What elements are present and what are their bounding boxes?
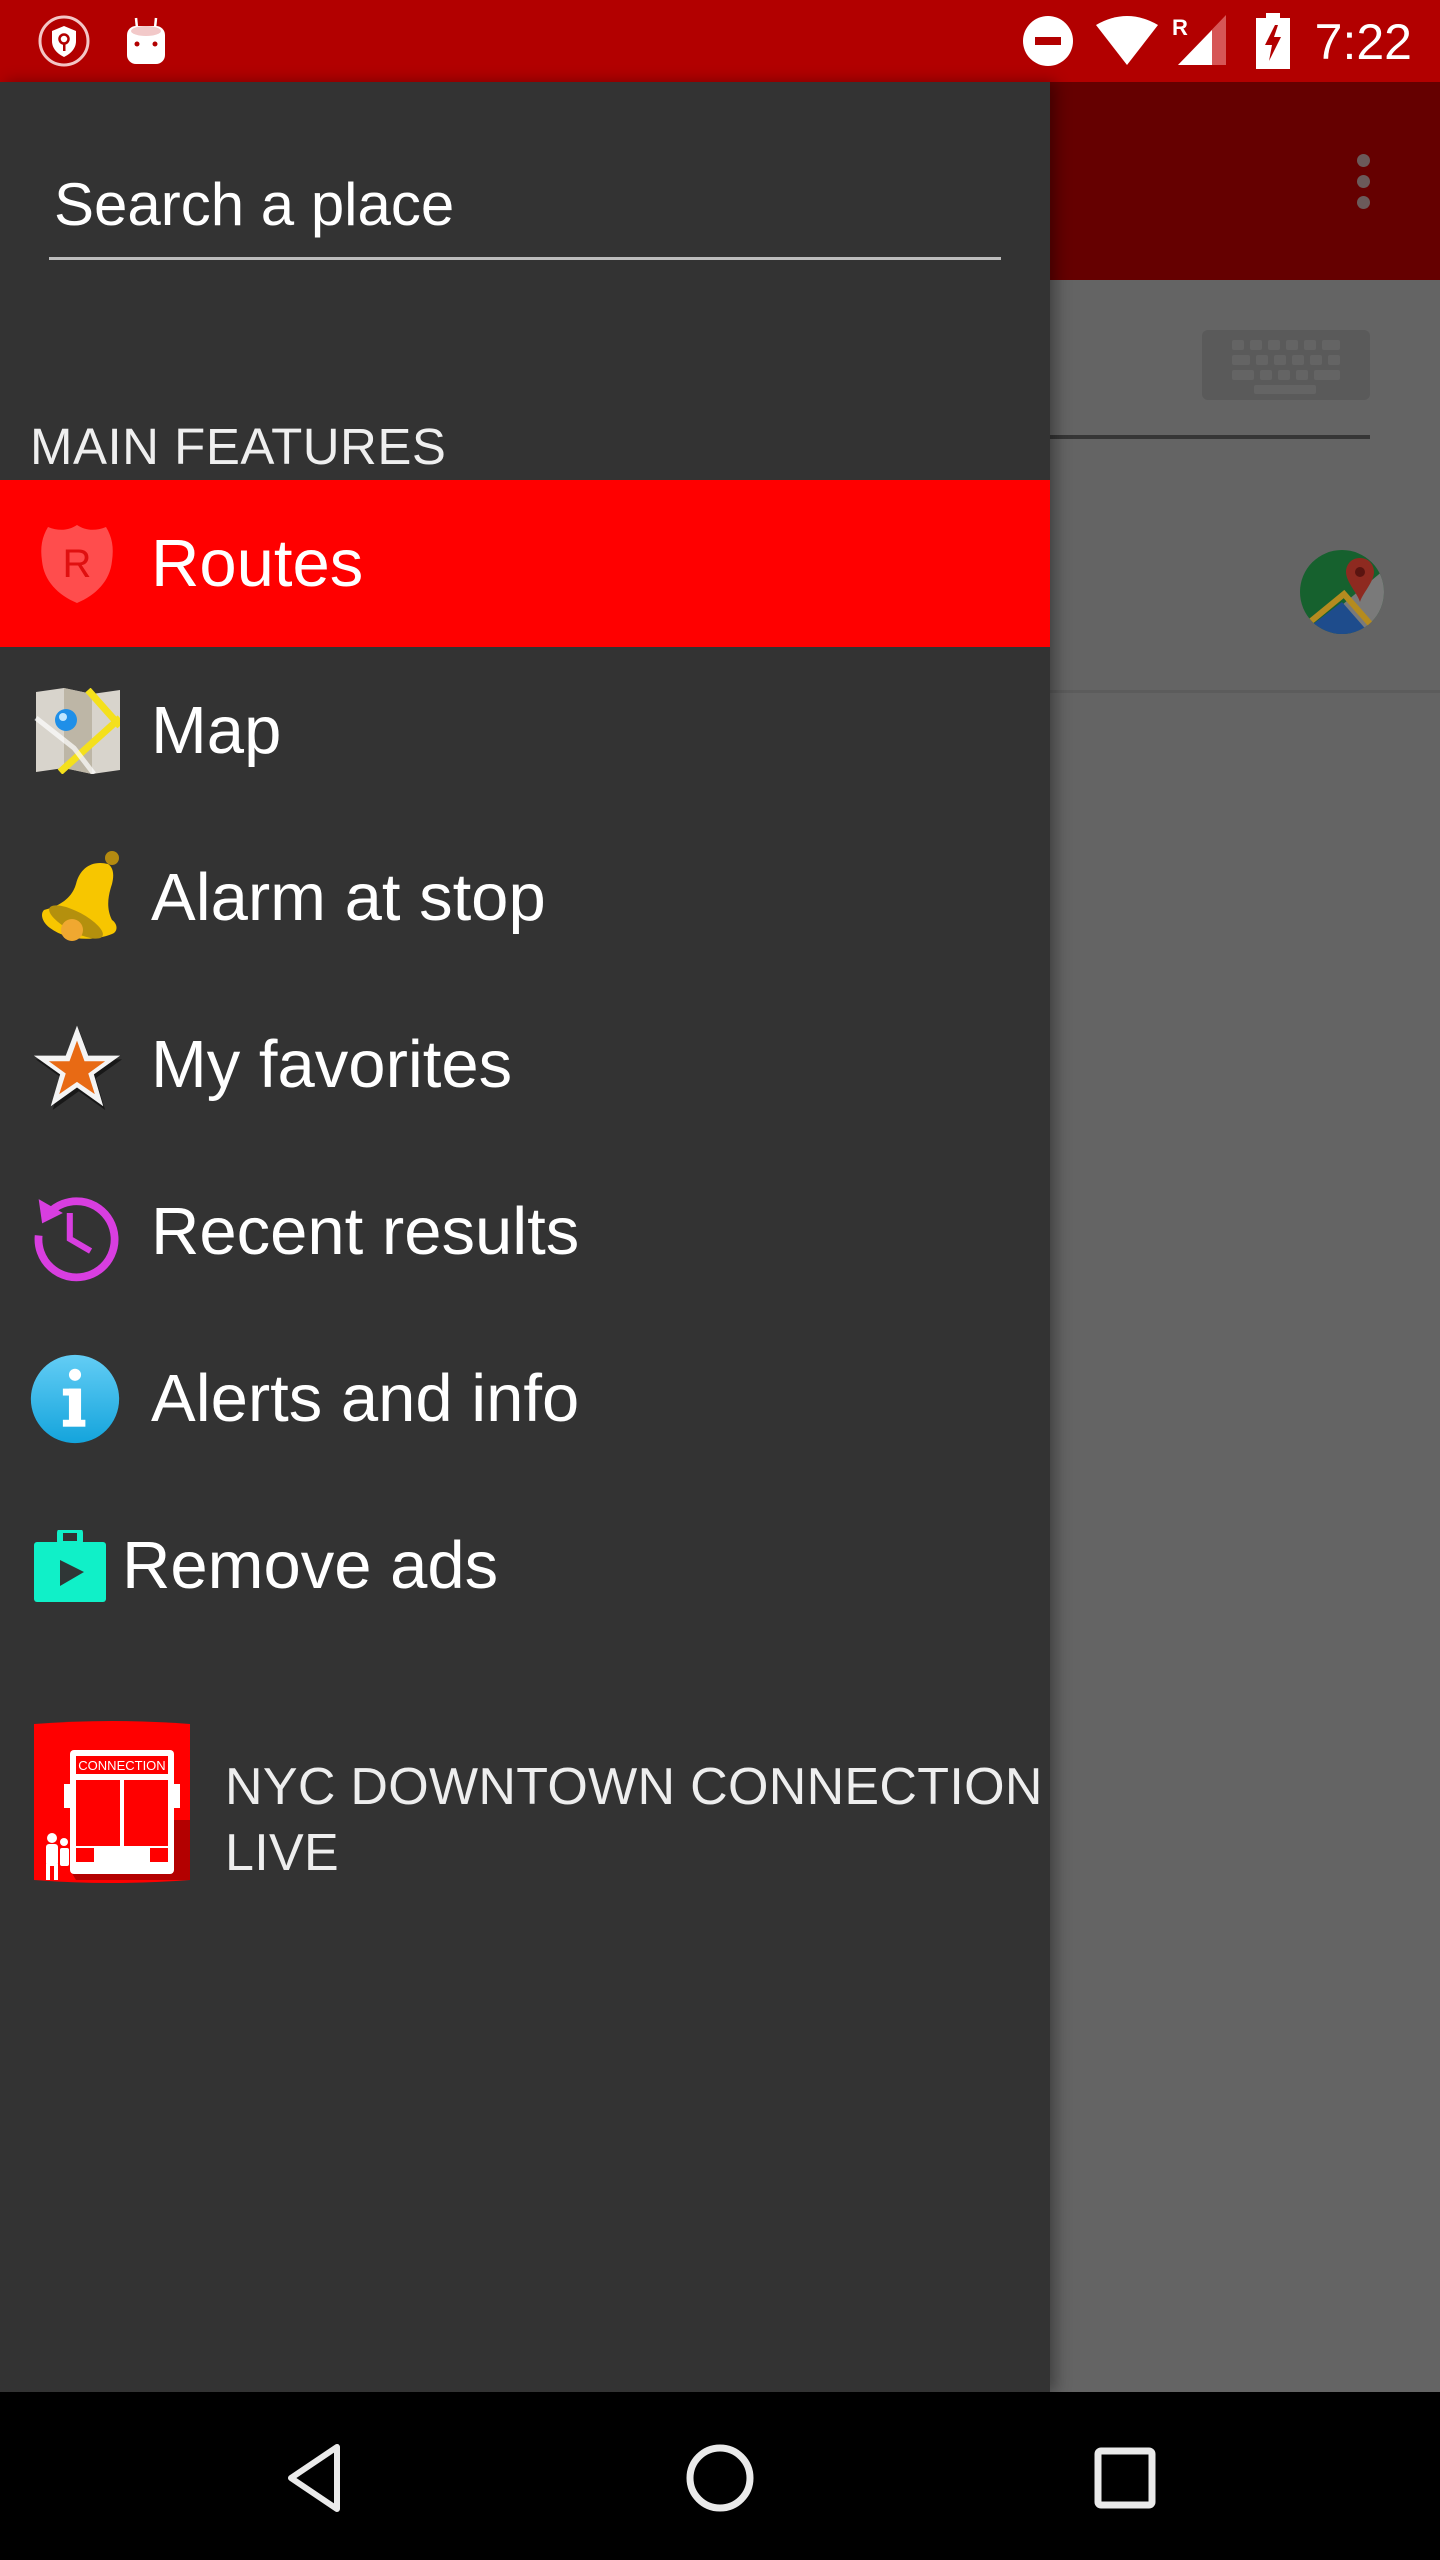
vpn-key-shield-icon [37, 0, 91, 82]
svg-text:R: R [63, 542, 92, 586]
bus-logo-text: CONNECTION [78, 1758, 165, 1773]
status-bar: R 7:22 [0, 0, 1440, 82]
drawer-item-recent-results[interactable]: Recent results [0, 1148, 1050, 1315]
search-placeholder: Search a place [54, 171, 455, 238]
map-icon [32, 681, 122, 781]
more-vert-icon[interactable] [1350, 154, 1376, 218]
drawer-item-label: My favorites [151, 1027, 513, 1102]
drawer-item-map[interactable]: Map [0, 647, 1050, 814]
bell-icon [32, 848, 122, 948]
drawer-item-remove-ads[interactable]: Remove ads [0, 1482, 1050, 1649]
app-divider [1050, 690, 1440, 693]
promo-app-link[interactable]: CONNECTION NYC DOWNTOWN CONNECTION LIVE [0, 1702, 1050, 1902]
section-header-main-features: MAIN FEATURES [30, 418, 447, 475]
battery-charging-icon [1256, 0, 1290, 82]
navigation-drawer: Search a place MAIN FEATURES R Routes Ma… [0, 82, 1050, 2392]
drawer-item-label: Routes [151, 526, 364, 601]
clock: 7:22 [1314, 14, 1412, 70]
signal-roaming-icon [1178, 0, 1228, 82]
home-icon[interactable] [660, 2418, 780, 2538]
promo-title-line2: LIVE [225, 1824, 339, 1882]
promo-title-line1: NYC DOWNTOWN CONNECTION [225, 1758, 1043, 1816]
recents-icon[interactable] [1065, 2418, 1185, 2538]
system-nav-bar [0, 2392, 1440, 2560]
drawer-item-my-favorites[interactable]: My favorites [0, 981, 1050, 1148]
history-icon [30, 1182, 120, 1282]
bus-logo-icon: CONNECTION [30, 1720, 194, 1884]
drawer-item-label: Recent results [151, 1194, 580, 1269]
drawer-item-label: Map [151, 693, 282, 768]
drawer-item-alerts-and-info[interactable]: Alerts and info [0, 1315, 1050, 1482]
wifi-icon [1096, 0, 1158, 82]
android-debug-icon [125, 0, 167, 82]
drawer-item-label: Alerts and info [151, 1361, 580, 1436]
back-icon[interactable] [255, 2418, 375, 2538]
search-place-input[interactable]: Search a place [49, 160, 1001, 260]
do-not-disturb-icon [1022, 0, 1074, 82]
drawer-item-label: Alarm at stop [151, 860, 546, 935]
info-icon [30, 1349, 120, 1449]
drawer-item-label: Remove ads [122, 1528, 499, 1603]
star-icon [32, 1015, 122, 1115]
route-shield-icon: R [32, 514, 122, 614]
drawer-item-alarm-at-stop[interactable]: Alarm at stop [0, 814, 1050, 981]
keyboard-icon[interactable] [1202, 330, 1370, 400]
promo-app-title: NYC DOWNTOWN CONNECTION LIVE [225, 1754, 1043, 1886]
google-maps-icon[interactable] [1300, 550, 1384, 634]
play-store-bag-icon [30, 1516, 110, 1616]
drawer-item-routes[interactable]: R Routes [0, 480, 1050, 647]
app-input-underline [1050, 435, 1370, 439]
